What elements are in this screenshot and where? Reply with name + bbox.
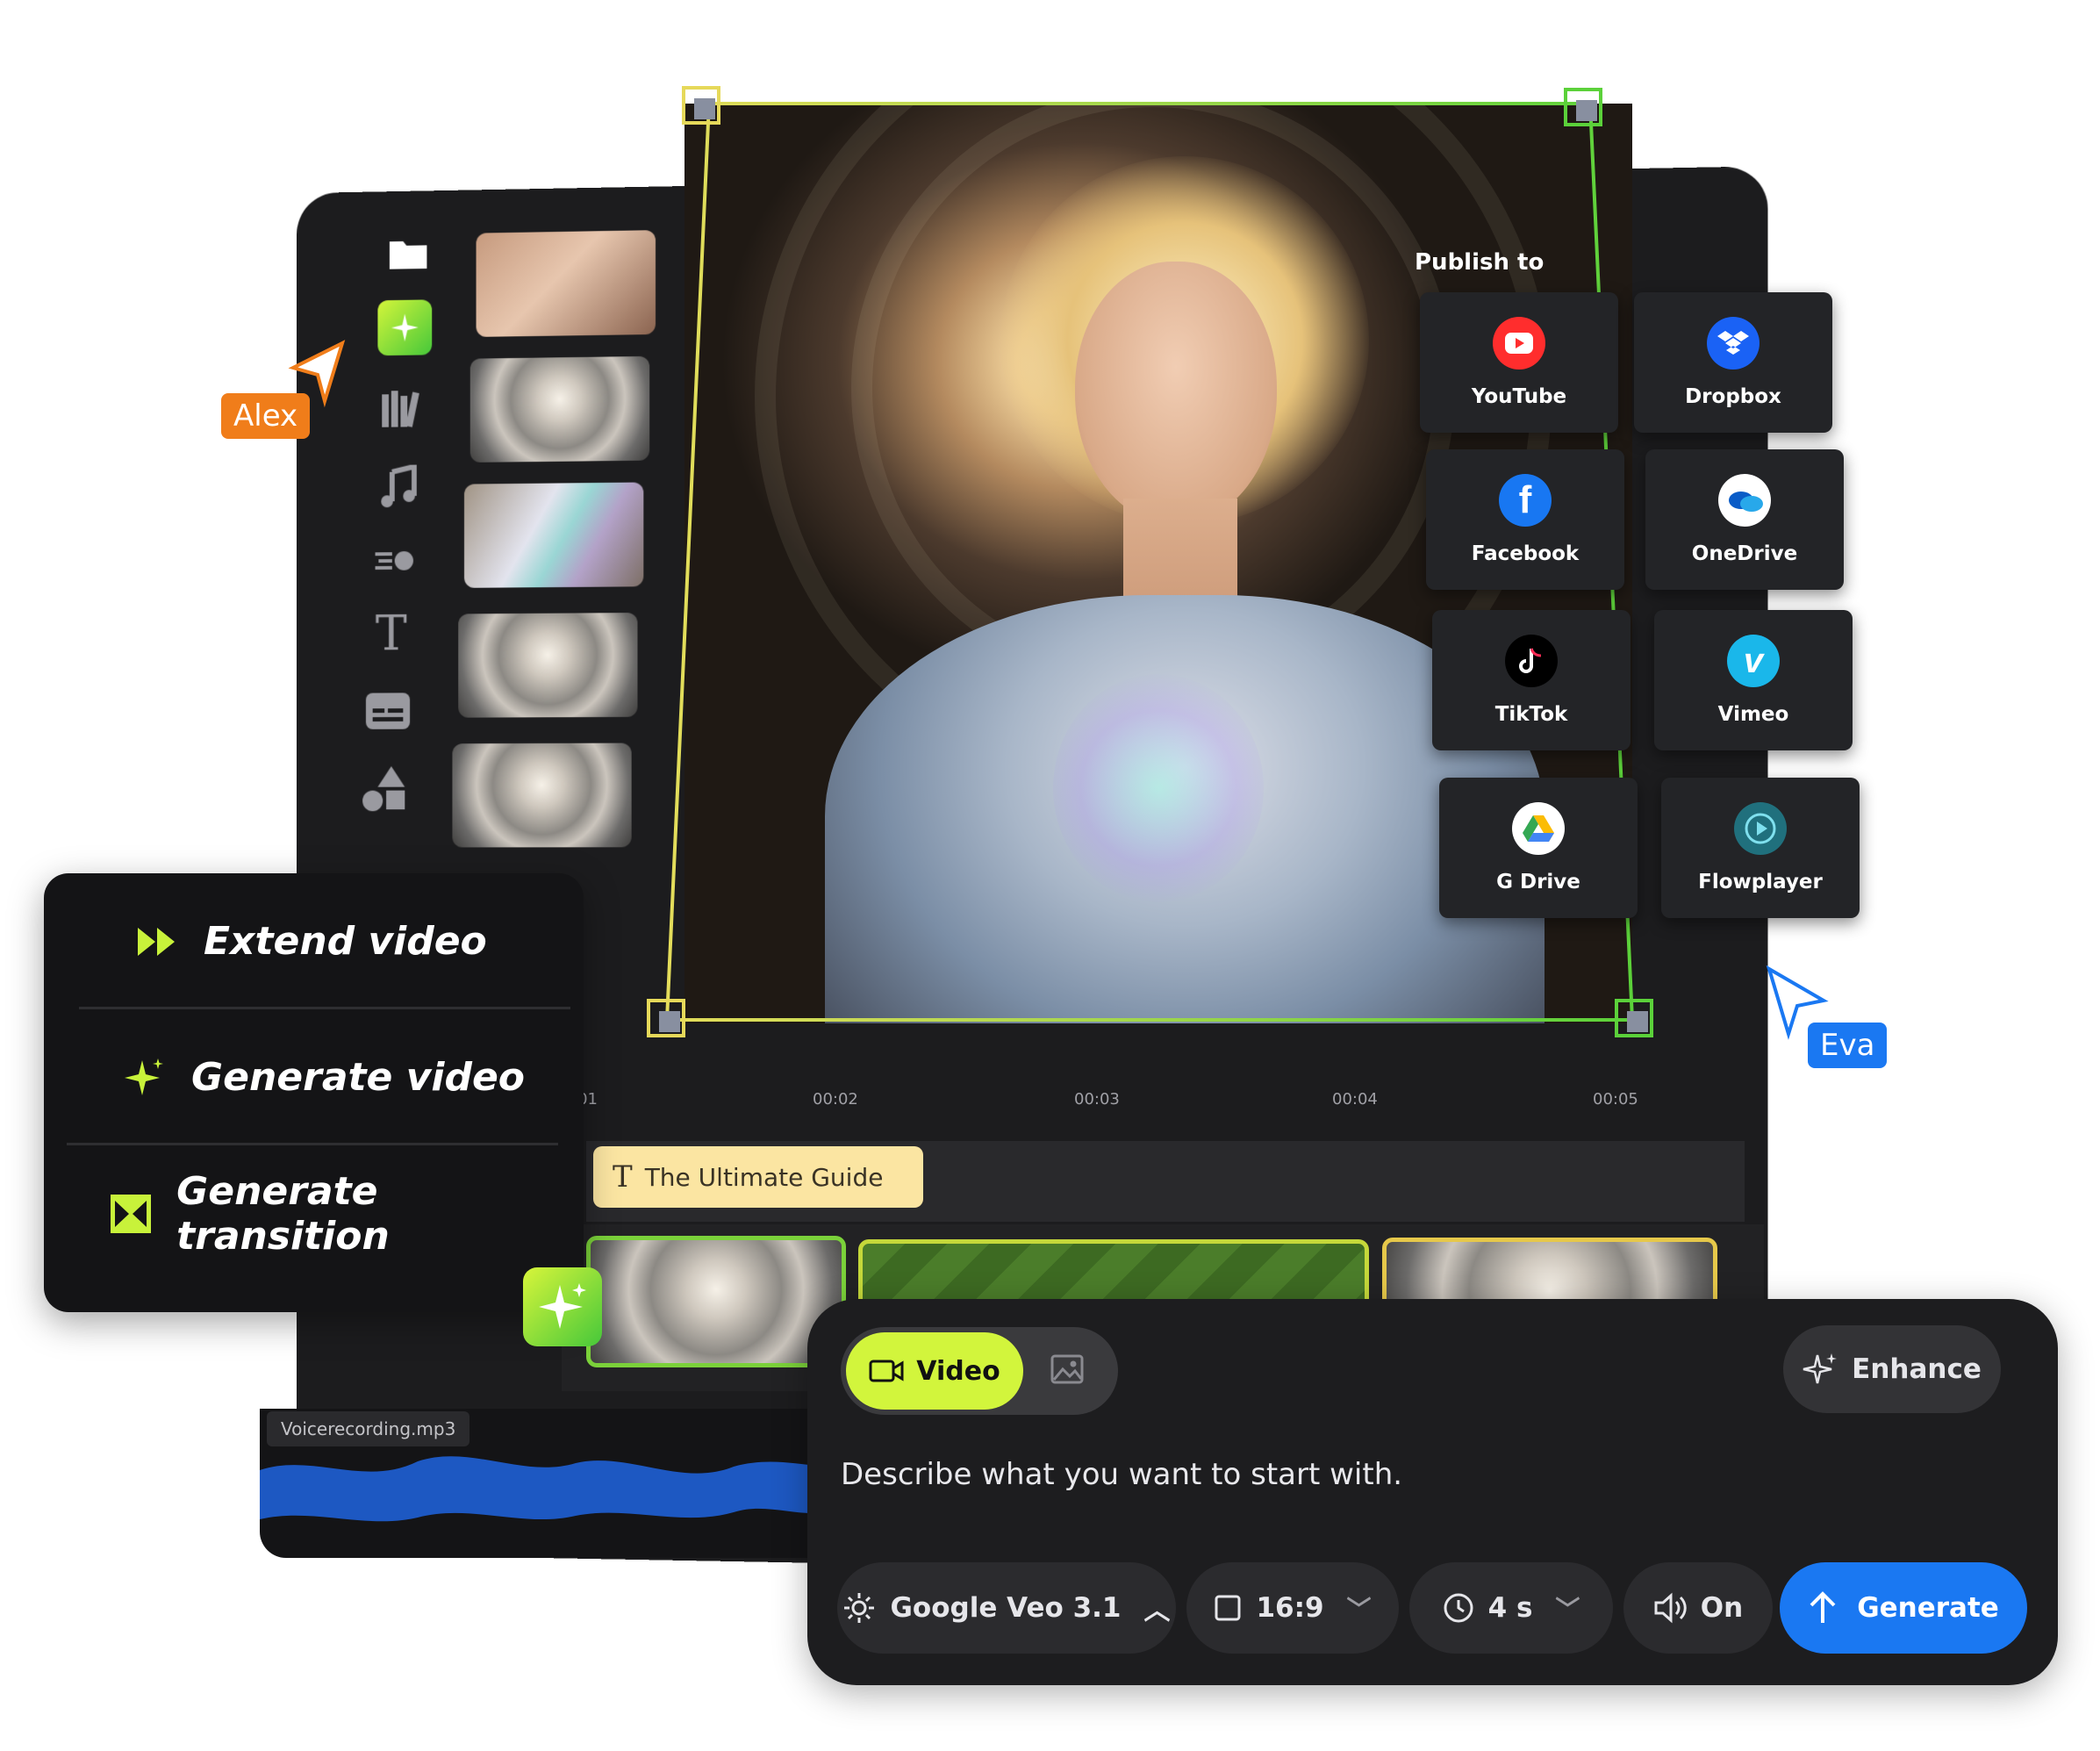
- duration-selector[interactable]: 4 s ﹀: [1409, 1562, 1613, 1654]
- sound-toggle[interactable]: On: [1623, 1562, 1773, 1654]
- resize-handle-bottom-right[interactable]: [1615, 999, 1653, 1037]
- audio-clip-label: Voicerecording.mp3: [267, 1411, 469, 1446]
- menu-item-generate-transition[interactable]: Generate transition: [44, 1145, 584, 1281]
- prompt-input[interactable]: Describe what you want to start with.: [841, 1457, 1402, 1492]
- publish-flowplayer[interactable]: Flowplayer: [1661, 778, 1860, 918]
- ruler-tick: 00:03: [1074, 1090, 1120, 1109]
- ruler-tick: 00:02: [813, 1090, 858, 1109]
- gear-icon: [842, 1591, 876, 1625]
- transition-icon: [105, 1194, 155, 1234]
- onedrive-icon: [1718, 474, 1771, 527]
- music-icon[interactable]: [371, 459, 426, 515]
- media-thumbnail[interactable]: [464, 482, 643, 587]
- publish-tiktok[interactable]: TikTok: [1432, 610, 1631, 750]
- media-thumbnail[interactable]: [470, 356, 649, 463]
- video-camera-icon: [869, 1358, 904, 1384]
- mode-image-button[interactable]: [1050, 1352, 1085, 1390]
- resize-handle-top-right[interactable]: [1564, 88, 1602, 126]
- publish-youtube[interactable]: YouTube: [1420, 292, 1618, 433]
- ai-actions-menu: Extend video Generate video Generate tra…: [44, 873, 584, 1312]
- publish-onedrive[interactable]: OneDrive: [1645, 449, 1844, 590]
- flowplayer-icon: [1734, 802, 1787, 855]
- ai-sparkle-icon[interactable]: [377, 299, 432, 355]
- captions-icon[interactable]: [361, 684, 415, 739]
- fast-forward-icon: [130, 926, 183, 958]
- dropbox-icon: [1707, 317, 1760, 370]
- speaker-icon: [1653, 1592, 1688, 1624]
- motion-icon[interactable]: [368, 532, 422, 587]
- publish-google-drive[interactable]: G Drive: [1439, 778, 1638, 918]
- chevron-down-icon: ﹀: [1555, 1590, 1580, 1625]
- publish-vimeo[interactable]: v Vimeo: [1654, 610, 1853, 750]
- eva-cursor-label: Eva: [1808, 1023, 1887, 1068]
- mode-video-button[interactable]: Video: [846, 1332, 1023, 1410]
- chevron-up-icon: ︿: [1144, 1589, 1171, 1627]
- vimeo-icon: v: [1727, 635, 1780, 687]
- ruler-tick: 00:04: [1332, 1090, 1378, 1109]
- clock-icon: [1443, 1592, 1474, 1624]
- aspect-ratio-icon: [1214, 1594, 1242, 1622]
- ruler-tick: 00:05: [1593, 1090, 1638, 1109]
- sparkle-icon: [118, 1057, 170, 1099]
- model-selector[interactable]: Google Veo 3.1 ︿: [837, 1562, 1176, 1654]
- aspect-ratio-selector[interactable]: 16:9 ﹀: [1186, 1562, 1399, 1654]
- folder-icon[interactable]: [381, 226, 435, 282]
- text-icon: T: [613, 1159, 633, 1195]
- publish-dropbox[interactable]: Dropbox: [1634, 292, 1832, 433]
- media-thumbnail[interactable]: [452, 743, 631, 848]
- chevron-down-icon: ﹀: [1347, 1590, 1372, 1625]
- facebook-icon: f: [1499, 474, 1552, 527]
- menu-item-generate-video[interactable]: Generate video: [44, 1009, 584, 1145]
- youtube-icon: [1493, 317, 1545, 370]
- arrow-up-icon: [1808, 1591, 1838, 1625]
- google-drive-icon: [1512, 802, 1565, 855]
- tiktok-icon: [1505, 635, 1558, 687]
- library-icon[interactable]: [375, 381, 429, 437]
- resize-handle-top-left[interactable]: [682, 86, 720, 125]
- generate-button[interactable]: Generate: [1780, 1562, 2027, 1654]
- media-thumbnail[interactable]: [458, 613, 637, 718]
- resize-handle-bottom-left[interactable]: [647, 999, 685, 1037]
- ai-generate-sparkle-button[interactable]: [523, 1267, 602, 1346]
- menu-item-extend-video[interactable]: Extend video: [44, 873, 584, 1009]
- publish-facebook[interactable]: f Facebook: [1426, 449, 1624, 590]
- text-icon[interactable]: T: [364, 606, 419, 661]
- alex-cursor-label: Alex: [221, 393, 310, 439]
- enhance-button[interactable]: Enhance: [1783, 1325, 2001, 1413]
- image-icon: [1050, 1352, 1085, 1387]
- sparkle-icon: [535, 1280, 590, 1334]
- sparkle-icon: [1803, 1352, 1838, 1387]
- shapes-icon[interactable]: [357, 761, 412, 816]
- title-clip[interactable]: T The Ultimate Guide: [593, 1146, 923, 1208]
- media-thumbnail[interactable]: [477, 230, 656, 337]
- publish-label: Publish to: [1415, 249, 1544, 276]
